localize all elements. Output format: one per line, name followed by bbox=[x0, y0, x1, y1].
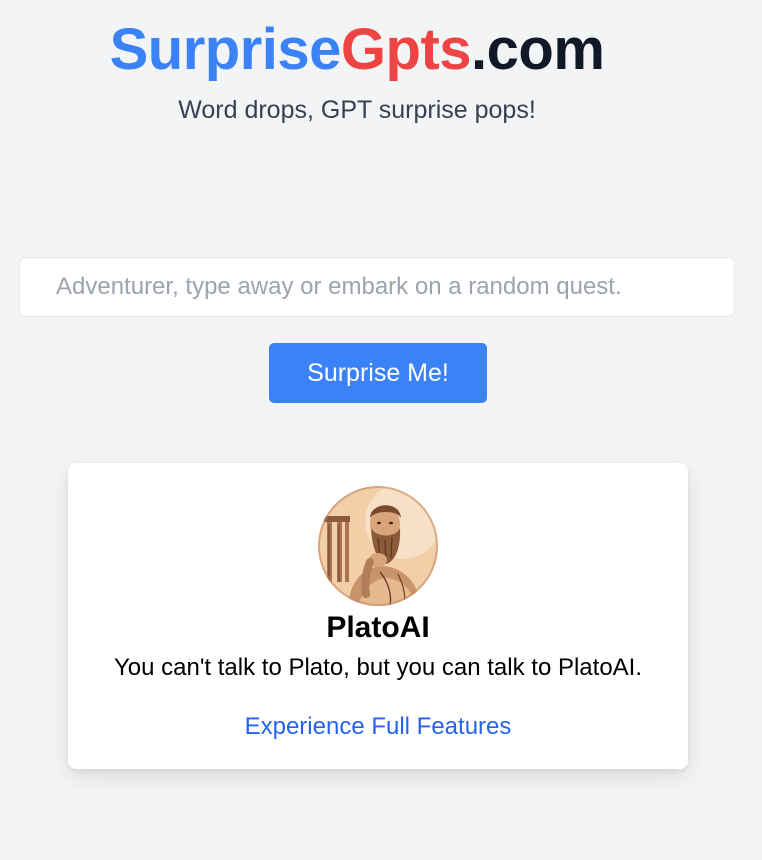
logo-part-domain: .com bbox=[471, 17, 605, 82]
plato-avatar-icon bbox=[318, 486, 438, 606]
logo-part-gpts: Gpts bbox=[340, 17, 472, 82]
search-input[interactable] bbox=[20, 258, 734, 316]
card-title: PlatoAI bbox=[326, 611, 430, 644]
result-card: PlatoAI You can't talk to Plato, but you… bbox=[68, 463, 688, 769]
site-logo[interactable]: SurpriseGpts.com bbox=[0, 14, 714, 86]
search-box bbox=[19, 257, 735, 317]
experience-full-features-link[interactable]: Experience Full Features bbox=[245, 713, 512, 740]
site-tagline: Word drops, GPT surprise pops! bbox=[178, 96, 536, 124]
card-description: You can't talk to Plato, but you can tal… bbox=[113, 654, 643, 681]
surprise-me-button[interactable]: Surprise Me! bbox=[269, 343, 487, 403]
logo-part-surprise: Surprise bbox=[109, 17, 342, 82]
